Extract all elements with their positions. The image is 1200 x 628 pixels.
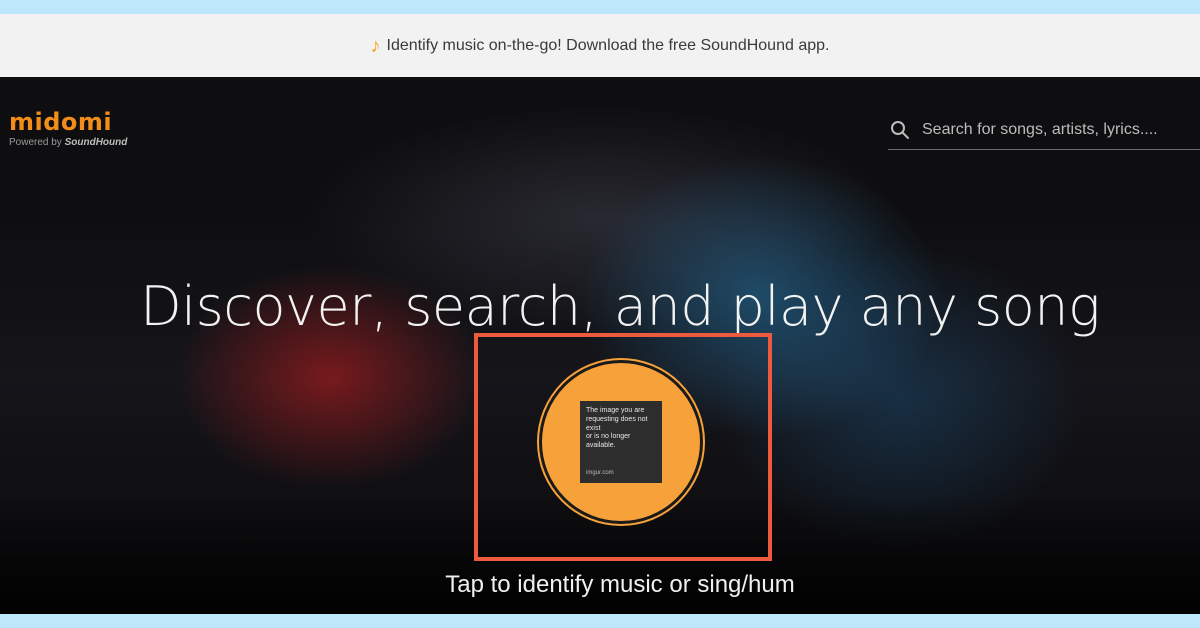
powered-by-label: Powered by SoundHound	[9, 137, 128, 148]
logo-wordmark: midomi	[9, 108, 113, 136]
music-note-icon: ♪	[370, 34, 381, 57]
search-icon[interactable]	[890, 120, 910, 140]
banner-text: Identify music on-the-go! Download the f…	[386, 36, 830, 54]
soundhound-brand: SoundHound	[64, 137, 128, 148]
midomi-logo[interactable]: midomi Powered by SoundHound	[9, 110, 127, 148]
hero-section: midomi Powered by SoundHound Discover, s…	[0, 77, 1200, 614]
hero-headline: Discover, search, and play any song	[140, 275, 1100, 338]
search-input[interactable]	[920, 120, 1194, 140]
app-download-banner[interactable]: ♪ Identify music on-the-go! Download the…	[0, 14, 1200, 77]
search-bar	[888, 111, 1200, 150]
tap-to-identify-label: Tap to identify music or sing/hum	[445, 571, 795, 598]
listen-button[interactable]: The image you are requesting does not ex…	[537, 358, 705, 526]
image-unavailable-placeholder: The image you are requesting does not ex…	[580, 401, 662, 483]
listen-button-ring[interactable]: The image you are requesting does not ex…	[539, 360, 703, 524]
midomi-page: ♪ Identify music on-the-go! Download the…	[0, 14, 1200, 614]
